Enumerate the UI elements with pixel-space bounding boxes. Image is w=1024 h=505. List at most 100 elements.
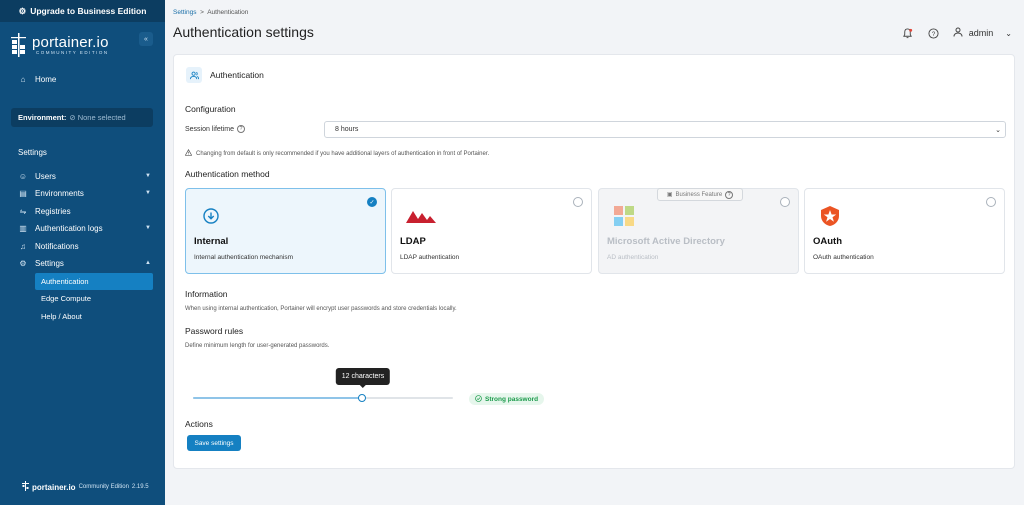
portainer-logo-icon — [11, 33, 27, 57]
home-icon: ⌂ — [20, 74, 26, 84]
sidebar-item-notifications[interactable]: ♫ Notifications — [18, 239, 79, 253]
auth-method-internal[interactable]: ✓ Internal Internal authentication mecha… — [185, 188, 386, 274]
logs-icon: ▥ — [19, 223, 27, 233]
session-lifetime-value: 8 hours — [335, 126, 359, 133]
sidebar-item-label: Settings — [35, 258, 64, 268]
auth-method-desc: OAuth authentication — [813, 254, 874, 261]
user-name: admin — [968, 28, 994, 38]
warning-icon — [184, 148, 193, 158]
password-rules-heading: Password rules — [185, 326, 244, 336]
sidebar-item-label: Registries — [35, 206, 71, 216]
session-lifetime-text: Session lifetime — [185, 125, 235, 133]
environment-selector[interactable]: Environment: ⊘ None selected — [11, 108, 153, 127]
upgrade-label: Upgrade to Business Edition — [30, 6, 147, 16]
sidebar-subitem-authentication[interactable]: Authentication — [35, 273, 153, 290]
user-menu[interactable]: admin ⌄ — [953, 27, 1012, 39]
auth-method-name: LDAP — [400, 236, 426, 247]
help-icon[interactable]: ? — [237, 125, 246, 133]
sidebar-item-authentication-logs[interactable]: ▥ Authentication logs ▼ — [18, 221, 151, 235]
sidebar-item-registries[interactable]: ⇋ Registries — [18, 204, 71, 218]
auth-method-name: Internal — [194, 236, 229, 247]
logo-sub: COMMUNITY EDITION — [35, 49, 109, 55]
radio-icon[interactable] — [780, 197, 790, 207]
radio-icon[interactable] — [573, 197, 583, 207]
session-lifetime-label: Session lifetime ? — [185, 125, 246, 133]
sidebar-item-label: Home — [35, 74, 57, 84]
session-warning: Changing from default is only recommende… — [184, 148, 490, 158]
header-actions: ? admin ⌄ — [901, 26, 1012, 40]
oauth-icon — [819, 205, 841, 227]
session-lifetime-select[interactable]: 8 hours ⌄ — [324, 121, 1006, 138]
sidebar-item-users[interactable]: ☺ Users ▼ — [18, 169, 151, 183]
slider-thumb[interactable]: 12 characters — [335, 368, 391, 402]
sidebar-item-label: Help / About — [41, 312, 82, 321]
auth-method-name: OAuth — [813, 236, 843, 247]
logo[interactable]: portainer.io COMMUNITY EDITION « — [11, 30, 156, 60]
radio-icon[interactable] — [986, 197, 996, 207]
logo-name: portainer.io — [32, 33, 109, 51]
sidebar-subitem-help-about[interactable]: Help / About — [35, 308, 153, 325]
information-text: When using internal authentication, Port… — [185, 306, 457, 312]
radio-checked-icon[interactable]: ✓ — [367, 197, 377, 207]
sidebar-item-label: Authentication logs — [35, 223, 103, 233]
breadcrumb-settings-link[interactable]: Settings — [173, 9, 197, 16]
footer-version: 2.19.5 — [131, 484, 149, 490]
slider-fill — [193, 397, 362, 399]
users-icon: ☺ — [18, 171, 28, 181]
help-icon[interactable]: ? — [725, 190, 734, 199]
information-heading: Information — [185, 289, 228, 299]
slider-tooltip: 12 characters — [335, 368, 391, 388]
auth-method-active-directory[interactable]: ▣ Business Feature ? Microsoft Active Di… — [598, 188, 799, 274]
session-warning-text: Changing from default is only recommende… — [196, 150, 490, 157]
footer-edition: Community Edition — [78, 484, 129, 490]
business-feature-badge: ▣ Business Feature ? — [657, 188, 743, 201]
breadcrumb-current: Authentication — [207, 9, 249, 16]
internal-auth-icon — [200, 205, 222, 227]
upgrade-banner[interactable]: ⚙ Upgrade to Business Edition — [0, 0, 165, 22]
users-icon — [186, 67, 202, 83]
breadcrumb: Settings > Authentication — [173, 9, 248, 16]
portainer-small-logo-icon — [22, 481, 29, 493]
environment-value: None selected — [77, 113, 126, 122]
auth-method-desc: Internal authentication mechanism — [194, 254, 294, 261]
page-title: Authentication settings — [173, 24, 314, 40]
authentication-card: Authentication Configuration Session lif… — [173, 54, 1015, 469]
footer-brand: portainer.io — [32, 482, 76, 492]
password-rules-desc: Define minimum length for user-generated… — [185, 343, 330, 349]
notification-bell-icon[interactable] — [901, 26, 915, 40]
card-title: Authentication — [210, 70, 264, 80]
sidebar-item-environments[interactable]: ▤ Environments ▼ — [18, 186, 151, 200]
sidebar-item-label: Authentication — [41, 277, 89, 286]
sidebar-subitem-edge-compute[interactable]: Edge Compute — [35, 290, 153, 307]
chevron-down-icon: ▼ — [145, 190, 151, 196]
sidebar-item-label: Environments — [35, 188, 84, 198]
chevron-down-icon: ▼ — [145, 173, 151, 179]
sidebar-item-settings[interactable]: ⚙ Settings ▲ — [18, 256, 151, 270]
auth-method-oauth[interactable]: OAuth OAuth authentication — [804, 188, 1005, 274]
environments-icon: ▤ — [19, 188, 27, 198]
auth-method-desc: LDAP authentication — [400, 254, 460, 261]
auth-method-heading: Authentication method — [185, 169, 270, 179]
sidebar-item-label: Users — [35, 171, 56, 181]
breadcrumb-separator: > — [200, 9, 204, 16]
sidebar-footer: portainer.io Community Edition 2.19.5 — [22, 481, 149, 493]
configuration-heading: Configuration — [185, 104, 236, 114]
actions-heading: Actions — [185, 419, 213, 429]
sidebar-item-label: Notifications — [35, 241, 79, 251]
environment-label: Environment: — [18, 113, 67, 122]
microsoft-icon — [613, 205, 635, 227]
collapse-sidebar-button[interactable]: « — [139, 32, 153, 46]
upgrade-icon: ⚙ — [18, 5, 27, 16]
registries-icon: ⇋ — [19, 206, 27, 216]
auth-method-name: Microsoft Active Directory — [607, 236, 725, 247]
settings-section-label: Settings — [18, 148, 47, 157]
password-length-slider[interactable]: 12 characters — [193, 368, 453, 402]
svg-text:?: ? — [932, 30, 936, 37]
sidebar-item-home[interactable]: ⌂ Home — [18, 72, 57, 86]
gear-icon: ⚙ — [19, 258, 27, 268]
save-settings-button[interactable]: Save settings — [187, 435, 241, 451]
chevron-up-icon: ▲ — [145, 260, 151, 266]
ldap-icon — [406, 205, 436, 227]
help-icon[interactable]: ? — [927, 26, 941, 40]
auth-method-ldap[interactable]: LDAP LDAP authentication — [391, 188, 592, 274]
